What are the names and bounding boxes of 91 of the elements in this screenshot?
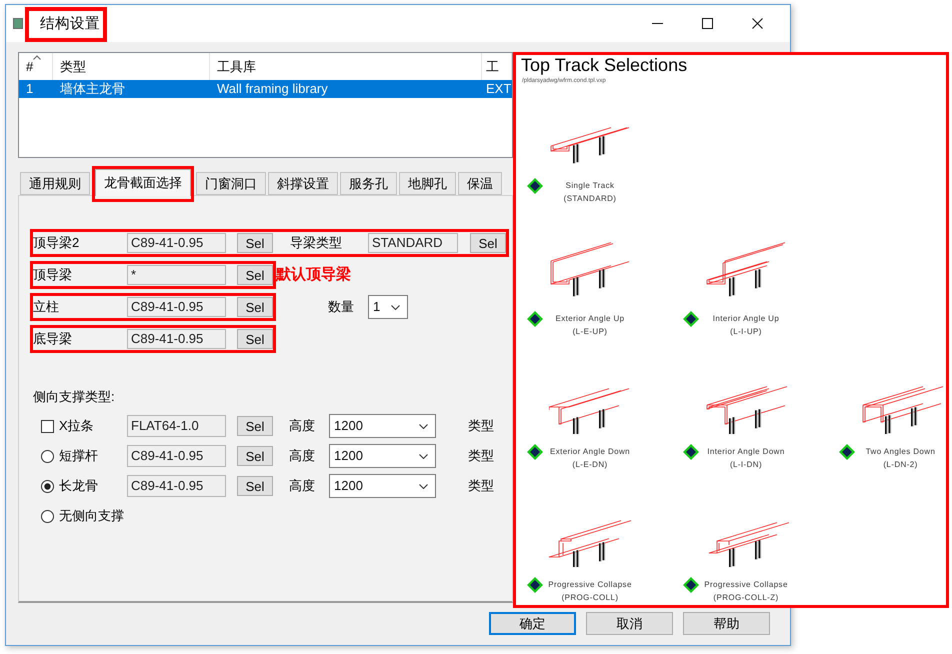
field-label: 类型 bbox=[468, 447, 494, 466]
field-label: 立柱 bbox=[33, 298, 60, 316]
checkbox[interactable] bbox=[41, 420, 54, 432]
maximize-icon[interactable] bbox=[702, 18, 712, 29]
track-code: (L-E-UP) bbox=[572, 326, 608, 338]
table-cell-text: 1 bbox=[25, 80, 34, 98]
close-icon[interactable] bbox=[752, 18, 762, 29]
tab[interactable]: 地脚孔 bbox=[399, 172, 456, 195]
dialog-button[interactable]: 帮助 bbox=[683, 612, 770, 635]
diamond-icon[interactable] bbox=[527, 178, 543, 194]
field-label: 顶导梁 bbox=[33, 266, 73, 284]
diamond-icon[interactable] bbox=[683, 310, 699, 326]
sel-button[interactable]: Sel bbox=[237, 265, 273, 285]
diamond-icon[interactable] bbox=[839, 444, 855, 460]
text-field[interactable]: C89-41-0.95 bbox=[127, 233, 226, 253]
track-code: (PROG-COLL) bbox=[562, 592, 618, 604]
diamond-icon[interactable] bbox=[527, 310, 543, 326]
diamond-icon[interactable] bbox=[527, 576, 543, 592]
dropdown[interactable]: 1 bbox=[368, 295, 408, 319]
tab[interactable]: 门窗洞口 bbox=[196, 172, 266, 195]
track-code: (L-I-UP) bbox=[730, 326, 762, 338]
radio-button[interactable] bbox=[41, 480, 54, 492]
dropdown[interactable]: 1200 bbox=[329, 444, 436, 468]
track-name: Progressive Collapse bbox=[704, 579, 788, 591]
chevron-down-icon bbox=[419, 424, 428, 428]
field-label: 类型 bbox=[468, 477, 494, 496]
annotation-note: 默认顶导梁 bbox=[276, 264, 351, 285]
table-cell-text: Wall framing library bbox=[216, 80, 329, 98]
track-code: (STANDARD) bbox=[564, 193, 616, 205]
field-label: 高度 bbox=[289, 477, 316, 496]
tab[interactable]: 斜撑设置 bbox=[268, 172, 338, 195]
sel-button[interactable]: Sel bbox=[237, 329, 273, 349]
text-field[interactable]: * bbox=[127, 265, 226, 285]
track-name: Progressive Collapse bbox=[548, 579, 632, 591]
table-cell-text: EXT bbox=[485, 80, 512, 98]
dropdown[interactable]: 1200 bbox=[329, 474, 436, 498]
track-name: Single Track bbox=[566, 180, 614, 192]
track-code: (L-I-DN) bbox=[730, 459, 762, 471]
track-name: Exterior Angle Up bbox=[555, 313, 625, 325]
app-icon bbox=[13, 18, 23, 29]
sel-button[interactable]: Sel bbox=[237, 233, 273, 253]
window-title: 结构设置 bbox=[40, 14, 100, 34]
tab[interactable]: 服务孔 bbox=[340, 172, 397, 195]
track-code: (PROG-COLL-Z) bbox=[713, 592, 779, 604]
dropdown[interactable]: 1200 bbox=[329, 414, 436, 438]
diamond-icon[interactable] bbox=[527, 444, 543, 460]
radio-button[interactable] bbox=[41, 450, 54, 462]
option-label[interactable]: 短撑杆 bbox=[59, 446, 98, 466]
text-field[interactable]: C89-41-0.95 bbox=[127, 475, 226, 497]
track-name: Interior Angle Up bbox=[712, 313, 780, 325]
table-row[interactable]: 1 墙体主龙骨 Wall framing library EXT bbox=[19, 80, 512, 98]
sel-button[interactable]: Sel bbox=[237, 446, 273, 466]
option-label[interactable]: X拉条 bbox=[59, 416, 94, 436]
section-heading: 侧向支撑类型: bbox=[33, 388, 116, 406]
diamond-icon[interactable] bbox=[683, 444, 699, 460]
text-field[interactable]: FLAT64-1.0 bbox=[127, 415, 226, 437]
diamond-icon[interactable] bbox=[683, 576, 699, 592]
field-label: 顶导梁2 bbox=[33, 234, 80, 252]
sel-button[interactable]: Sel bbox=[237, 476, 273, 496]
field-label: 高度 bbox=[289, 417, 316, 436]
field-label: 类型 bbox=[468, 417, 494, 436]
track-code: (L-E-DN) bbox=[572, 459, 608, 471]
tab[interactable]: 龙骨截面选择 bbox=[95, 169, 191, 196]
field-label: 高度 bbox=[289, 447, 316, 466]
track-name: Exterior Angle Down bbox=[550, 446, 630, 458]
option-label[interactable]: 长龙骨 bbox=[59, 476, 98, 496]
chevron-down-icon bbox=[419, 454, 428, 458]
tab[interactable]: 保温 bbox=[458, 172, 502, 195]
chevron-down-icon bbox=[391, 304, 400, 310]
text-field[interactable]: STANDARD bbox=[368, 233, 458, 253]
text-field[interactable]: C89-41-0.95 bbox=[127, 445, 226, 467]
track-name: Interior Angle Down bbox=[707, 446, 785, 458]
text-field[interactable]: C89-41-0.95 bbox=[127, 329, 226, 349]
field-label: 导梁类型 bbox=[290, 234, 343, 252]
field-label: 底导梁 bbox=[33, 330, 73, 348]
sel-button[interactable]: Sel bbox=[470, 233, 506, 253]
sel-button[interactable]: Sel bbox=[237, 297, 273, 317]
dialog-button[interactable]: 取消 bbox=[586, 612, 673, 635]
text-field[interactable]: C89-41-0.95 bbox=[127, 297, 226, 317]
dialog-button[interactable]: 确定 bbox=[489, 612, 576, 635]
sel-button[interactable]: Sel bbox=[237, 416, 273, 436]
panel-title: Top Track Selections bbox=[521, 55, 688, 75]
chevron-down-icon bbox=[419, 484, 428, 488]
track-code: (L-DN-2) bbox=[883, 459, 918, 471]
track-name: Two Angles Down bbox=[866, 446, 936, 458]
field-label: 数量 bbox=[328, 298, 355, 316]
option-label[interactable]: 无侧向支撑 bbox=[59, 506, 124, 526]
radio-button[interactable] bbox=[41, 510, 54, 522]
table-cell-text: 墙体主龙骨 bbox=[59, 80, 126, 98]
minimize-icon[interactable] bbox=[652, 23, 662, 24]
tab[interactable]: 通用规则 bbox=[20, 172, 90, 195]
